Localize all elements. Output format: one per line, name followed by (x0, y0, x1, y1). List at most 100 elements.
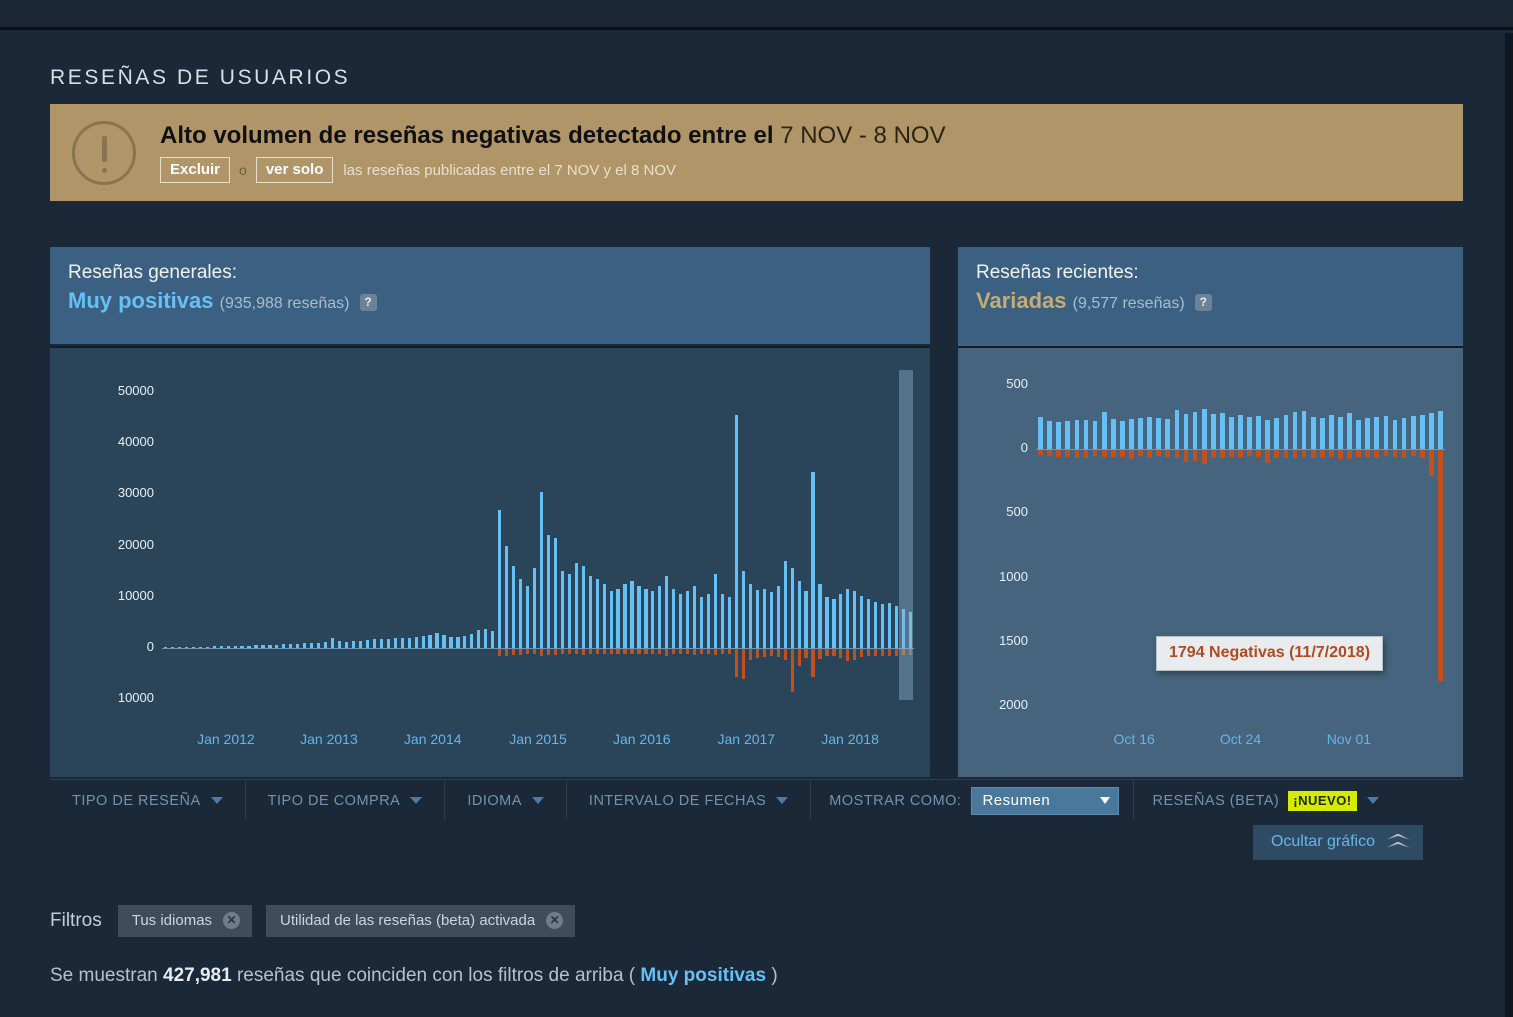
negative-bar (1292, 450, 1298, 459)
positive-bar (289, 643, 293, 648)
positive-bar (1047, 421, 1052, 450)
overall-reviews-chart[interactable]: 50000 40000 30000 20000 10000 0 10000 Jan 2012 J… (50, 346, 930, 777)
filter-date-range[interactable]: INTERVALO DE FECHAS (567, 780, 812, 821)
summary-prefix: Se muestran (50, 965, 163, 986)
recent-reviews-label: Reseñas recientes: (976, 262, 1139, 283)
positive-bar (623, 583, 627, 648)
question-mark-icon[interactable]: ? (359, 294, 377, 311)
negative-bar (881, 648, 885, 657)
negative-bar (783, 648, 787, 660)
filter-language[interactable]: IDIOMA (445, 780, 567, 821)
chevron-down-icon (210, 797, 223, 804)
view-only-button[interactable]: ver solo (255, 156, 334, 184)
positive-bar (1183, 413, 1189, 450)
hide-graph-button[interactable]: Ocultar gráfico (1252, 825, 1423, 860)
overall-reviews-count: (935,988 reseñas) (219, 295, 350, 312)
close-icon[interactable]: ✕ (546, 912, 564, 929)
positive-bar (727, 596, 732, 648)
negative-bar (1056, 450, 1062, 457)
negative-bar (1165, 450, 1171, 458)
overall-reviews-score: Muy positivas (68, 288, 214, 313)
filter-chip-languages[interactable]: Tus idiomas ✕ (117, 905, 253, 937)
warning-or-label: o (239, 162, 247, 178)
y-axis-tick: 1000 (999, 568, 1028, 584)
x-axis-tick: Jan 2018 (821, 731, 879, 747)
negative-bar (846, 648, 850, 661)
show-as-select[interactable]: Resumen (971, 786, 1120, 815)
negative-bar (1119, 450, 1125, 457)
positive-bar (226, 646, 230, 648)
y-axis-tick: 20000 (117, 536, 154, 552)
active-filters-row: Filtros Tus idiomas ✕ Utilidad de las re… (50, 905, 589, 937)
positive-bar (553, 537, 557, 648)
positive-bar (1238, 415, 1243, 450)
filter-reviews-beta[interactable]: RESEÑAS (BETA) ¡NUEVO! (1134, 780, 1396, 821)
positive-bar (1374, 416, 1380, 450)
positive-bar (1119, 420, 1125, 450)
negative-bar (797, 648, 801, 667)
negative-bar (734, 648, 739, 677)
positive-bar (456, 636, 460, 648)
filter-chip-helpfulness[interactable]: Utilidad de las reseñas (beta) activada … (266, 905, 576, 937)
positive-bar (560, 571, 564, 648)
negative-bar (888, 648, 892, 657)
exclude-button[interactable]: Excluir (160, 156, 231, 184)
negative-bar (1247, 450, 1252, 456)
summary-score-link[interactable]: Muy positivas (640, 965, 766, 986)
negative-bar (532, 648, 537, 655)
selected-range-highlight[interactable] (899, 370, 913, 700)
filter-purchase-type[interactable]: TIPO DE COMPRA (246, 780, 446, 821)
positive-bar (1301, 410, 1307, 450)
filter-review-type[interactable]: TIPO DE RESEÑA (50, 780, 246, 821)
negative-bar (720, 648, 725, 655)
positive-bar (588, 576, 592, 648)
positive-bar (672, 588, 676, 648)
top-bar (0, 0, 1513, 30)
x-axis-tick: Jan 2017 (717, 731, 776, 747)
warning-actions: Excluir o ver solo las reseñas publicada… (160, 156, 946, 184)
positive-bar (400, 638, 404, 648)
recent-reviews-chart[interactable]: 500 0 500 1000 1500 2000 Oct 16 Oct 24 Nov 01 179… (958, 346, 1463, 777)
negative-bar (1338, 450, 1343, 460)
negative-bar (518, 648, 523, 655)
positive-bar (1392, 419, 1398, 450)
negative-bar (498, 648, 502, 657)
positive-bar (372, 639, 376, 648)
positive-bar (219, 646, 223, 648)
negative-review-warning-banner: Alto volumen de reseñas negativas detect… (50, 104, 1463, 201)
positive-bar (686, 591, 690, 648)
negative-bar (818, 648, 822, 659)
recent-reviews-score: Variadas (976, 288, 1067, 313)
positive-bar (1156, 418, 1162, 450)
positive-bar (240, 645, 244, 648)
close-icon[interactable]: ✕ (223, 912, 241, 929)
positive-bar (832, 599, 836, 648)
show-as-group: MOSTRAR COMO: Resumen (811, 780, 1135, 821)
y-axis-tick: 500 (1006, 375, 1028, 391)
positive-bar (428, 634, 432, 648)
y-axis-tick: 1500 (999, 632, 1028, 648)
positive-bar (1356, 419, 1361, 450)
negative-bar (853, 648, 857, 660)
positive-bar (651, 591, 655, 648)
recent-reviews-score-row: Variadas (9,577 reseñas) ? (976, 288, 1463, 314)
x-axis-tick: Jan 2015 (509, 731, 567, 747)
negative-bar (727, 648, 732, 655)
positive-bar (191, 646, 195, 648)
negative-bar (1229, 450, 1234, 458)
negative-bar (804, 648, 808, 659)
negative-bar (867, 648, 871, 657)
positive-bar (303, 643, 307, 648)
positive-bar (275, 644, 279, 648)
chevron-down-icon (410, 797, 423, 804)
positive-bar (630, 581, 634, 648)
positive-bar (755, 590, 759, 648)
question-mark-icon[interactable]: ? (1194, 294, 1212, 311)
summary-suffix: ) (766, 965, 778, 986)
positive-bar (198, 646, 202, 648)
positive-bar (783, 560, 787, 648)
negative-bar (693, 648, 697, 655)
positive-bar (790, 568, 794, 648)
hide-graph-label: Ocultar gráfico (1270, 833, 1375, 850)
positive-bar (797, 581, 801, 648)
